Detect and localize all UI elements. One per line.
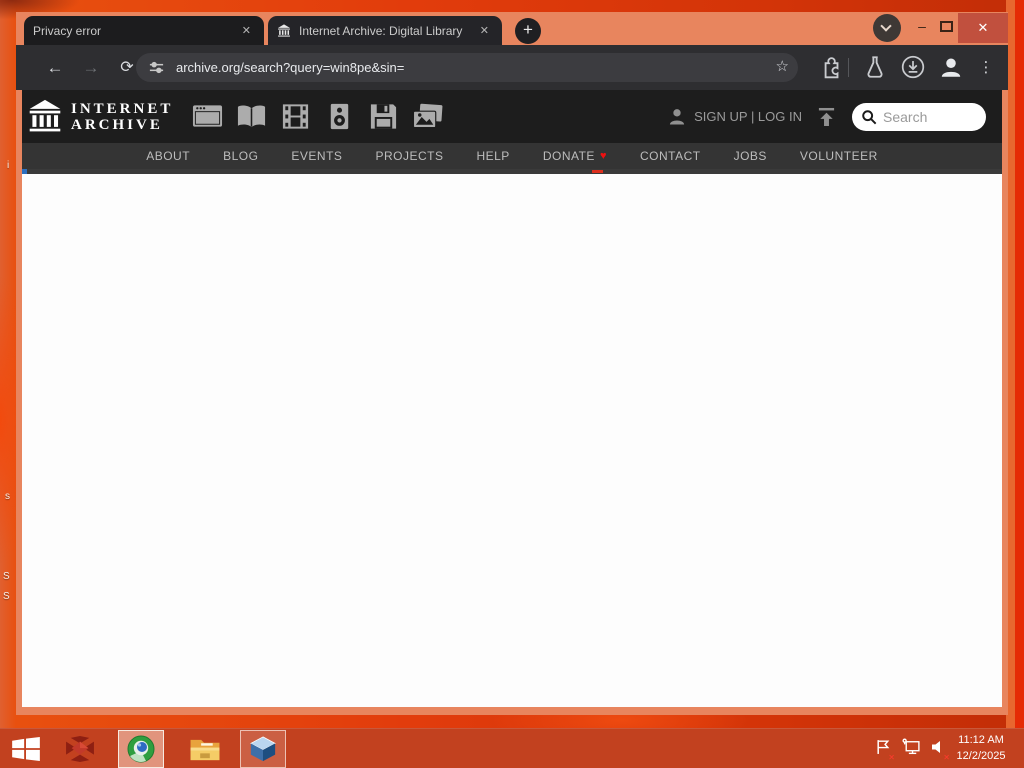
chevron-down-icon (880, 20, 892, 32)
tab-title: Privacy error (33, 23, 102, 38)
virtualbox-icon (250, 736, 276, 762)
tab-close-icon[interactable]: ✕ (476, 22, 493, 39)
nav-contact[interactable]: CONTACT (640, 149, 701, 163)
nav-events[interactable]: EVENTS (291, 149, 342, 163)
software-icon[interactable] (368, 103, 399, 130)
ia-search-input[interactable] (883, 108, 975, 125)
person-icon (670, 108, 685, 124)
tab-internet-archive[interactable]: Internet Archive: Digital Library ✕ (268, 16, 502, 45)
network-display-icon[interactable] (902, 738, 921, 760)
menu-kebab-icon[interactable]: ⋮ (976, 55, 996, 80)
heart-icon: ♥ (599, 150, 607, 162)
error-badge: ✕ (888, 753, 895, 762)
focus-fragment (22, 169, 27, 174)
nav-about[interactable]: ABOUT (146, 149, 190, 163)
volume-muted-icon[interactable]: ✕ (931, 739, 950, 762)
taskbar-clock[interactable]: 11:12 AM 12/2/2025 (946, 732, 1016, 764)
system-tray: ✕ ✕ (870, 729, 952, 768)
web-icon[interactable] (192, 103, 223, 130)
tab-search-button[interactable] (873, 14, 901, 42)
desktop-label-fragment: S (3, 571, 10, 582)
upload-icon[interactable] (817, 107, 836, 127)
ia-nav: ABOUT BLOG EVENTS PROJECTS HELP DONATE ♥… (22, 143, 1002, 169)
labs-flask-icon[interactable] (862, 54, 888, 80)
images-icon[interactable] (412, 103, 443, 130)
auth-links[interactable]: SIGN UP | LOG IN (667, 107, 802, 127)
file-explorer-icon[interactable] (188, 736, 222, 763)
tab-privacy-error[interactable]: Privacy error ✕ (24, 16, 264, 45)
tab-strip: Privacy error ✕ Internet Archive: Digita… (16, 12, 1008, 45)
address-bar[interactable]: archive.org/search?query=win8pe&sin= ☆ (136, 53, 798, 82)
nav-jobs[interactable]: JOBS (734, 149, 767, 163)
ia-subnav-strip (22, 169, 1002, 174)
chrome-icon (127, 735, 155, 763)
new-tab-button[interactable]: + (515, 18, 541, 44)
toolbar-divider (848, 58, 849, 77)
maximize-icon[interactable] (940, 21, 953, 32)
desktop-label-fragment: S (3, 591, 10, 602)
video-icon[interactable] (280, 103, 311, 130)
nav-donate[interactable]: DONATE ♥ (543, 149, 607, 163)
taskbar: ✕ ✕ 11:12 AM 12/2/2025 (0, 728, 1024, 768)
minimize-button[interactable]: – (910, 12, 934, 43)
clock-time: 11:12 AM (958, 734, 1004, 746)
action-center-flag-icon[interactable]: ✕ (875, 738, 895, 762)
ia-brand-wordmark[interactable]: INTERNET ARCHIVE (71, 101, 173, 133)
tune-icon[interactable] (148, 59, 165, 76)
search-icon (862, 109, 877, 124)
page-viewport: INTERNET ARCHIVE SIGN UP | LOG IN Search… (22, 90, 1002, 707)
desktop-label-fragment: i (7, 160, 10, 171)
media-type-row (192, 103, 443, 130)
nav-donate-label: DONATE (542, 149, 595, 163)
virtualbox-taskbar-button[interactable] (240, 730, 286, 768)
texts-icon[interactable] (236, 103, 267, 130)
ia-header: INTERNET ARCHIVE SIGN UP | LOG IN Search (22, 90, 1002, 143)
nav-blog[interactable]: BLOG (223, 149, 258, 163)
ia-search-box[interactable] (852, 102, 986, 131)
extensions-puzzle-icon[interactable] (818, 54, 844, 80)
chrome-taskbar-button[interactable] (118, 730, 164, 768)
clock-date: 12/2/2025 (956, 750, 1006, 762)
browser-window: Privacy error ✕ Internet Archive: Digita… (16, 12, 1008, 715)
profile-avatar-icon[interactable] (938, 54, 964, 80)
close-window-button[interactable]: ✕ (958, 13, 1008, 43)
url-text[interactable]: archive.org/search?query=win8pe&sin= (176, 60, 404, 75)
nav-volunteer[interactable]: VOLUNTEER (800, 149, 878, 163)
internet-archive-building-icon (278, 23, 290, 37)
audio-icon[interactable] (324, 103, 355, 130)
tab-title: Internet Archive: Digital Library (299, 23, 463, 38)
nav-help[interactable]: HELP (476, 149, 509, 163)
page-content-blank (22, 174, 1002, 707)
tab-close-icon[interactable]: ✕ (238, 22, 255, 39)
red-app-icon[interactable] (64, 736, 96, 762)
forward-button[interactable]: → (78, 55, 104, 81)
brand-line-1: INTERNET (71, 100, 174, 117)
browser-toolbar: ← → ⟳ archive.org/search?query=win8pe&si… (16, 45, 1008, 90)
downloads-icon[interactable] (900, 54, 926, 80)
start-windows-icon[interactable] (12, 737, 40, 761)
nav-projects[interactable]: PROJECTS (375, 149, 443, 163)
donate-underline (592, 170, 603, 173)
signup-login-label[interactable]: SIGN UP | LOG IN (694, 109, 802, 124)
internet-archive-logo-icon[interactable] (27, 98, 63, 136)
desktop-label-fragment: s (5, 491, 10, 502)
back-button[interactable]: ← (42, 55, 68, 81)
bookmark-star-icon[interactable]: ☆ (776, 57, 789, 75)
brand-line-2: ARCHIVE (71, 116, 163, 133)
